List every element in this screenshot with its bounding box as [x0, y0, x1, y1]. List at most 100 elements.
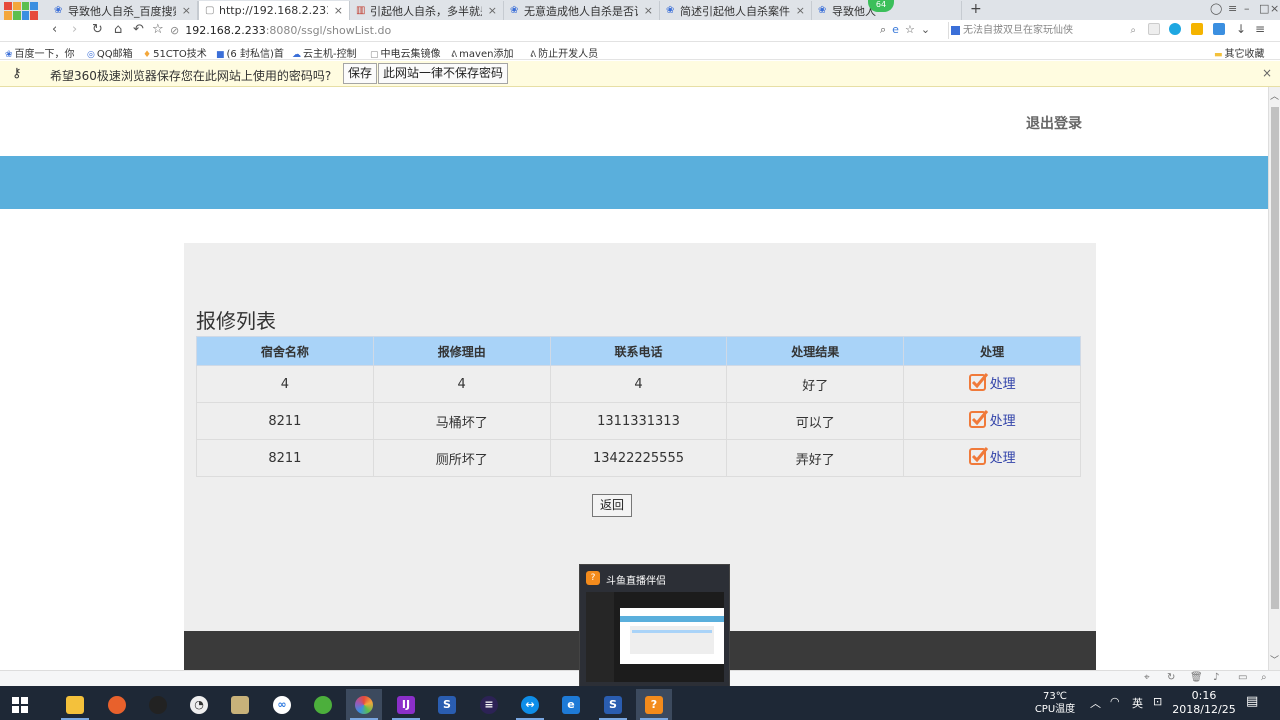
refresh-icon[interactable]: ↻ [1167, 672, 1175, 683]
skin-icon[interactable]: ◯ [1210, 2, 1222, 15]
taskbar-intellij[interactable]: IJ [388, 689, 424, 720]
translate-icon[interactable] [1213, 23, 1225, 35]
address-bar[interactable]: ⊘ 192.168.2.233:8080/ssgl/showList.do [170, 22, 944, 39]
scroll-up-icon[interactable]: ︿ [1270, 89, 1279, 102]
baidu-paw-icon: ❀ [5, 50, 13, 60]
apps-grid-icon[interactable] [1148, 23, 1160, 35]
taskbar-qq[interactable] [140, 689, 176, 720]
favorite-star-icon[interactable]: ☆ [905, 23, 915, 37]
bookmark-item[interactable]: ▢ 中电云集镜像 [370, 45, 441, 60]
forward-arrow-icon[interactable]: › [72, 22, 77, 37]
trash-icon[interactable]: 🗑 [1190, 672, 1203, 683]
taskbar-firefox[interactable] [99, 689, 135, 720]
reload-icon[interactable]: ↻ [92, 22, 103, 37]
menu-icon[interactable]: ≡ [1228, 2, 1237, 15]
bookmark-item[interactable]: ᕕ 防止开发人员 [530, 45, 598, 60]
taskbar-app-s2[interactable]: S [595, 689, 631, 720]
close-icon[interactable]: × [1262, 66, 1272, 80]
browser-menu-icon[interactable]: ≡ [1255, 22, 1265, 36]
wallet-icon[interactable] [1191, 23, 1203, 35]
undo-icon[interactable]: ↶ [133, 22, 144, 37]
handle-link-label[interactable]: 处理 [990, 410, 1016, 429]
maximize-button[interactable]: □ [1259, 2, 1269, 15]
never-save-password-button[interactable]: 此网站一律不保存密码 [378, 63, 509, 84]
close-window-button[interactable]: × [1270, 2, 1279, 15]
scrollbar-thumb[interactable] [1271, 107, 1279, 609]
scroll-down-icon[interactable]: ﹀ [1270, 653, 1279, 666]
window-icon[interactable]: ▭ [1238, 672, 1247, 683]
tab-article-1[interactable]: ▥ 引起他人自杀，多半就是 × [350, 1, 504, 20]
tab-label: 导致他人自杀_百度搜索 [68, 4, 176, 18]
taskbar-eclipse[interactable]: ≡ [471, 689, 507, 720]
zoom-icon[interactable]: ⌕ [880, 23, 886, 37]
taskbar-360-browser[interactable] [346, 689, 382, 720]
handle-link[interactable]: 处理 [968, 446, 1016, 466]
ie-mode-icon[interactable]: e [892, 23, 899, 37]
ime-tool-icon[interactable]: ⊡ [1153, 695, 1162, 720]
eclipse-icon: ≡ [480, 695, 498, 714]
handle-link-label[interactable]: 处理 [990, 373, 1016, 392]
pin-icon[interactable]: ⌖ [1144, 672, 1150, 683]
tab-active-showlist[interactable]: ▢ http://192.168.2.233:8080/ssgl/showLis… [198, 1, 350, 20]
logout-link[interactable]: 退出登录 [1026, 113, 1082, 133]
minimize-button[interactable]: – [1244, 2, 1250, 15]
sound-icon[interactable]: ♪ [1213, 672, 1219, 683]
taskbar-douyu[interactable]: ? [636, 689, 672, 720]
bookmark-item[interactable]: ᕕ maven添加 [451, 45, 513, 60]
tab-article-3[interactable]: ❀ 简述引起他人自杀案件涉 × [660, 1, 812, 20]
save-password-button[interactable]: 保存 [343, 63, 378, 84]
input-method-indicator[interactable]: 英 [1132, 695, 1143, 720]
other-bookmarks[interactable]: ▬ 其它收藏 [1214, 45, 1265, 60]
new-tab-button[interactable]: + [970, 1, 982, 17]
bookmark-item[interactable]: ❀ 百度一下，你 [5, 45, 75, 60]
close-tab-icon[interactable]: × [182, 4, 191, 17]
home-icon[interactable]: ⌂ [114, 22, 122, 37]
taskbar-edge[interactable]: e [553, 689, 589, 720]
close-tab-icon[interactable]: × [796, 4, 805, 17]
close-tab-icon[interactable]: × [644, 4, 653, 17]
star-icon[interactable]: ☆ [152, 22, 164, 37]
search-icon[interactable]: ⌕ [1130, 22, 1136, 39]
search-input[interactable]: 无法自拔双旦在家玩仙侠 ⌕ [948, 22, 1140, 39]
taskbar-teamviewer[interactable]: ↔ [512, 689, 548, 720]
bookmark-item[interactable]: ◎ QQ邮箱 [87, 45, 133, 60]
dropdown-icon[interactable]: ⌄ [921, 23, 930, 37]
search-engine-icon[interactable] [951, 26, 960, 35]
back-button[interactable]: 返回 [592, 494, 632, 517]
taskbar-frog-app[interactable] [305, 689, 341, 720]
address-path: :8080/ssgl/showList.do [265, 24, 392, 37]
zoom-icon[interactable]: ⌕ [1261, 672, 1267, 683]
reason-cell: 4 [372, 365, 551, 403]
notification-icon[interactable]: ▤ [1246, 694, 1258, 720]
bookmark-item[interactable]: ♦ 51CTO技术 [143, 45, 207, 60]
tab-label: 无意造成他人自杀是否该 [524, 4, 638, 18]
handle-link-label[interactable]: 处理 [990, 447, 1016, 466]
system-clock[interactable]: 0:16 2018/12/25 [1172, 689, 1236, 717]
taskbar-wechat[interactable]: ◔ [181, 689, 217, 720]
taskbar-preview[interactable]: ? 斗鱼直播伴侣 [579, 564, 730, 687]
tab-baidu-search[interactable]: ❀ 导致他人自杀_百度搜索 × [48, 1, 198, 20]
bookmark-item[interactable]: ■ (6 封私信)首 [216, 45, 284, 60]
tab-article-2[interactable]: ❀ 无意造成他人自杀是否该 × [504, 1, 660, 20]
download-icon[interactable]: ↓ [1236, 22, 1246, 36]
taskbar-tool[interactable] [222, 689, 258, 720]
taskbar-file-explorer[interactable] [57, 689, 93, 720]
taskbar-baidu-netdisk[interactable]: ∞ [264, 689, 300, 720]
handle-link[interactable]: 处理 [968, 372, 1016, 392]
navigation-toolbar: ‹ › ↻ ⌂ ↶ ☆ ⊘ 192.168.2.233:8080/ssgl/sho… [0, 20, 1280, 42]
network-icon[interactable]: ◠ [1110, 695, 1120, 720]
address-actions: ⌕ e ☆ ⌄ [880, 23, 930, 37]
close-tab-icon[interactable]: × [488, 4, 497, 17]
tool-icon [231, 695, 249, 714]
start-button[interactable] [2, 689, 38, 720]
preview-thumbnail [586, 592, 724, 682]
handle-link[interactable]: 处理 [968, 409, 1016, 429]
extension-icon[interactable] [1169, 23, 1181, 35]
vertical-scrollbar[interactable]: ︿ ﹀ [1268, 87, 1280, 670]
cpu-temperature[interactable]: 73℃ CPU温度 [1030, 690, 1080, 716]
bookmark-item[interactable]: ☁ 云主机-控制 [292, 45, 357, 60]
taskbar-app-s1[interactable]: S [429, 689, 465, 720]
close-tab-icon[interactable]: × [334, 4, 343, 17]
back-arrow-icon[interactable]: ‹ [52, 22, 57, 37]
tray-expand-icon[interactable]: ︿ [1090, 695, 1101, 720]
